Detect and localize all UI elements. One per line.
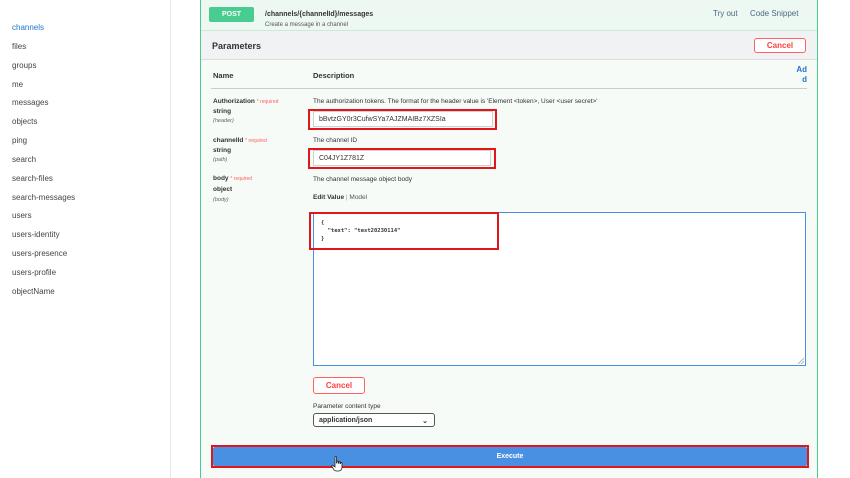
- method-badge: POST: [209, 7, 254, 22]
- add-link[interactable]: Ad d: [795, 65, 807, 85]
- resize-handle-icon[interactable]: [798, 358, 804, 364]
- sidebar-item-messages[interactable]: messages: [12, 98, 48, 107]
- param-desc-authorization: The authorization tokens. The format for…: [313, 98, 598, 105]
- operation-summary: Create a message in a channel: [265, 22, 349, 28]
- hand-cursor-icon: [331, 456, 343, 472]
- param-desc-channelid: The channel ID: [313, 137, 358, 144]
- edit-tabs: Edit Value | Model: [313, 194, 367, 201]
- param-desc-body: The channel message object body: [313, 176, 413, 183]
- operation-path: /channels/{channelId}/messages: [265, 11, 374, 18]
- tab-edit-value[interactable]: Edit Value: [313, 194, 344, 201]
- sidebar: channels files groups me messages object…: [0, 0, 171, 478]
- sidebar-item-groups[interactable]: groups: [12, 61, 36, 70]
- param-name-authorization: Authorization * required: [213, 98, 279, 105]
- param-location-channelid: (path): [213, 157, 228, 163]
- content-type-select[interactable]: application/json ⌄: [313, 413, 435, 427]
- sidebar-item-objects[interactable]: objects: [12, 117, 37, 126]
- sidebar-item-users-identity[interactable]: users-identity: [12, 230, 60, 239]
- parameters-bar: [201, 31, 817, 60]
- sidebar-item-channels[interactable]: channels: [12, 23, 44, 32]
- highlight-channelid: [308, 148, 496, 169]
- sidebar-item-me[interactable]: me: [12, 80, 23, 89]
- sidebar-item-users[interactable]: users: [12, 211, 32, 220]
- param-name-channelid: channelId * required: [213, 137, 267, 144]
- highlight-authorization: [308, 109, 497, 130]
- code-snippet-link[interactable]: Code Snippet: [750, 9, 798, 18]
- param-location-body: (body): [213, 197, 229, 203]
- sidebar-item-users-presence[interactable]: users-presence: [12, 249, 67, 258]
- sidebar-item-ping[interactable]: ping: [12, 136, 27, 145]
- sidebar-item-objectname[interactable]: objectName: [12, 287, 55, 296]
- sidebar-item-users-profile[interactable]: users-profile: [12, 268, 56, 277]
- sidebar-item-files[interactable]: files: [12, 42, 26, 51]
- highlight-body: [309, 212, 499, 250]
- highlight-execute: [211, 445, 809, 468]
- param-type-channelid: string: [213, 147, 232, 154]
- required-marker: * required: [245, 138, 267, 144]
- required-marker: * required: [256, 99, 279, 105]
- cancel-button[interactable]: Cancel: [754, 38, 806, 53]
- parameters-title: Parameters: [212, 41, 262, 51]
- operation-panel: POST /channels/{channelId}/messages Crea…: [200, 0, 818, 478]
- content-type-value: application/json: [319, 416, 373, 424]
- chevron-down-icon: ⌄: [422, 418, 428, 425]
- sidebar-item-search-files[interactable]: search-files: [12, 174, 53, 183]
- tab-model[interactable]: Model: [349, 194, 367, 201]
- name-column-header: Name: [213, 71, 234, 80]
- try-out-link[interactable]: Try out: [713, 9, 738, 18]
- cancel-body-button[interactable]: Cancel: [313, 377, 365, 394]
- param-type-body: object: [213, 186, 233, 193]
- header-divider: [211, 88, 807, 89]
- param-type-authorization: string: [213, 108, 232, 115]
- operation-header[interactable]: POST /channels/{channelId}/messages Crea…: [201, 0, 817, 31]
- tab-separator: |: [345, 194, 348, 201]
- sidebar-item-search-messages[interactable]: search-messages: [12, 193, 75, 202]
- content-type-label: Parameter content type: [313, 403, 381, 410]
- param-name-body: body * required: [213, 175, 253, 182]
- sidebar-item-search[interactable]: search: [12, 155, 36, 164]
- required-marker: * required: [230, 176, 253, 182]
- description-column-header: Description: [313, 71, 355, 80]
- param-location-authorization: (header): [213, 118, 234, 124]
